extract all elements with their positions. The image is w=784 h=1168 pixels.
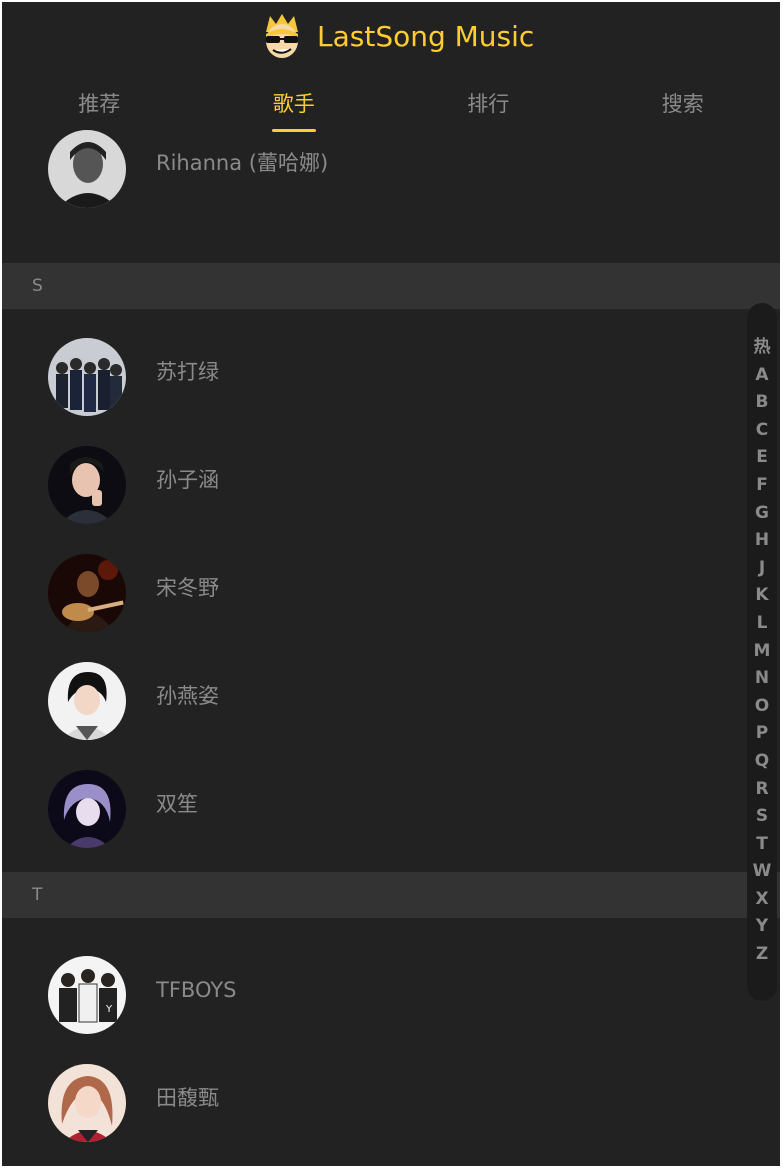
app-title: LastSong Music [317, 20, 535, 53]
svg-text:Y: Y [105, 1004, 113, 1015]
singer-name: TFBOYS [156, 978, 237, 1002]
avatar [48, 446, 126, 524]
shortcut-letter[interactable]: O [755, 693, 769, 721]
shortcut-letter[interactable]: Z [756, 941, 768, 969]
avatar [48, 1064, 126, 1142]
group-title-t: T [2, 872, 780, 918]
tab-label: 歌手 [272, 92, 315, 116]
list-item[interactable]: Rihanna (蕾哈娜) [2, 130, 780, 263]
shortcut-letter[interactable]: C [756, 417, 768, 445]
avatar [48, 770, 126, 848]
shortcut-letter[interactable]: F [756, 472, 768, 500]
tab-label: 推荐 [78, 92, 121, 116]
group-title-s: S [2, 263, 780, 309]
shortcut-letter[interactable]: Q [755, 748, 769, 776]
list-item[interactable]: 宋冬野 [2, 539, 780, 647]
list-item[interactable]: 苏打绿 [2, 323, 780, 431]
shortcut-letter[interactable]: J [759, 555, 765, 583]
list-item[interactable]: 双笙 [2, 755, 780, 863]
tab-label: 排行 [467, 92, 510, 116]
avatar [48, 338, 126, 416]
cartoon-face-logo-icon [260, 12, 304, 60]
singer-name: 孙燕姿 [156, 684, 219, 708]
singer-name: Rihanna (蕾哈娜) [156, 151, 329, 175]
singer-list[interactable]: Rihanna (蕾哈娜) S 苏打绿 孙子涵 宋冬野 孙燕姿 双笙 T Y T… [2, 130, 780, 1157]
tab-recommend[interactable]: 推荐 [2, 80, 197, 132]
shortcut-letter[interactable]: X [755, 886, 768, 914]
shortcut-letter[interactable]: N [755, 665, 769, 693]
shortcut-letter[interactable]: B [756, 389, 769, 417]
tab-label: 搜索 [661, 92, 704, 116]
shortcut-letter[interactable]: L [757, 610, 768, 638]
singer-name: 苏打绿 [156, 360, 219, 384]
shortcut-letter[interactable]: P [756, 720, 768, 748]
app-frame: LastSong Music 推荐 歌手 排行 搜索 Rihanna (蕾哈娜)… [2, 2, 780, 1166]
shortcut-letter[interactable]: S [756, 803, 768, 831]
header: LastSong Music [2, 2, 780, 72]
tab-search[interactable]: 搜索 [586, 80, 781, 132]
avatar [48, 554, 126, 632]
shortcut-letter[interactable]: W [753, 858, 772, 886]
shortcut-letter[interactable]: Y [756, 913, 768, 941]
shortcut-letter[interactable]: K [755, 582, 768, 610]
avatar [48, 130, 126, 208]
avatar: Y [48, 956, 126, 1034]
tab-bar: 推荐 歌手 排行 搜索 [2, 80, 780, 132]
list-item[interactable]: 孙燕姿 [2, 647, 780, 755]
shortcut-letter[interactable]: M [754, 638, 771, 666]
shortcut-letter[interactable]: E [756, 444, 768, 472]
shortcut-letter[interactable]: T [756, 831, 768, 859]
avatar [48, 662, 126, 740]
tab-rank[interactable]: 排行 [391, 80, 586, 132]
list-item[interactable]: 孙子涵 [2, 431, 780, 539]
shortcut-letter[interactable]: G [755, 500, 769, 528]
singer-name: 宋冬野 [156, 576, 219, 600]
singer-name: 孙子涵 [156, 468, 219, 492]
shortcut-letter[interactable]: A [755, 362, 768, 390]
singer-name: 双笙 [156, 792, 198, 816]
shortcut-letter[interactable]: R [755, 776, 768, 804]
list-item[interactable]: Y TFBOYS [2, 941, 780, 1049]
singer-name: 田馥甄 [156, 1086, 219, 1110]
tab-singers[interactable]: 歌手 [197, 80, 392, 132]
shortcut-letter[interactable]: H [755, 527, 769, 555]
alphabet-shortcut-index[interactable]: 热ABCEFGHJKLMNOPQRSTWXYZ [747, 303, 777, 1001]
list-item[interactable]: 田馥甄 [2, 1049, 780, 1157]
shortcut-letter[interactable]: 热 [754, 334, 771, 362]
